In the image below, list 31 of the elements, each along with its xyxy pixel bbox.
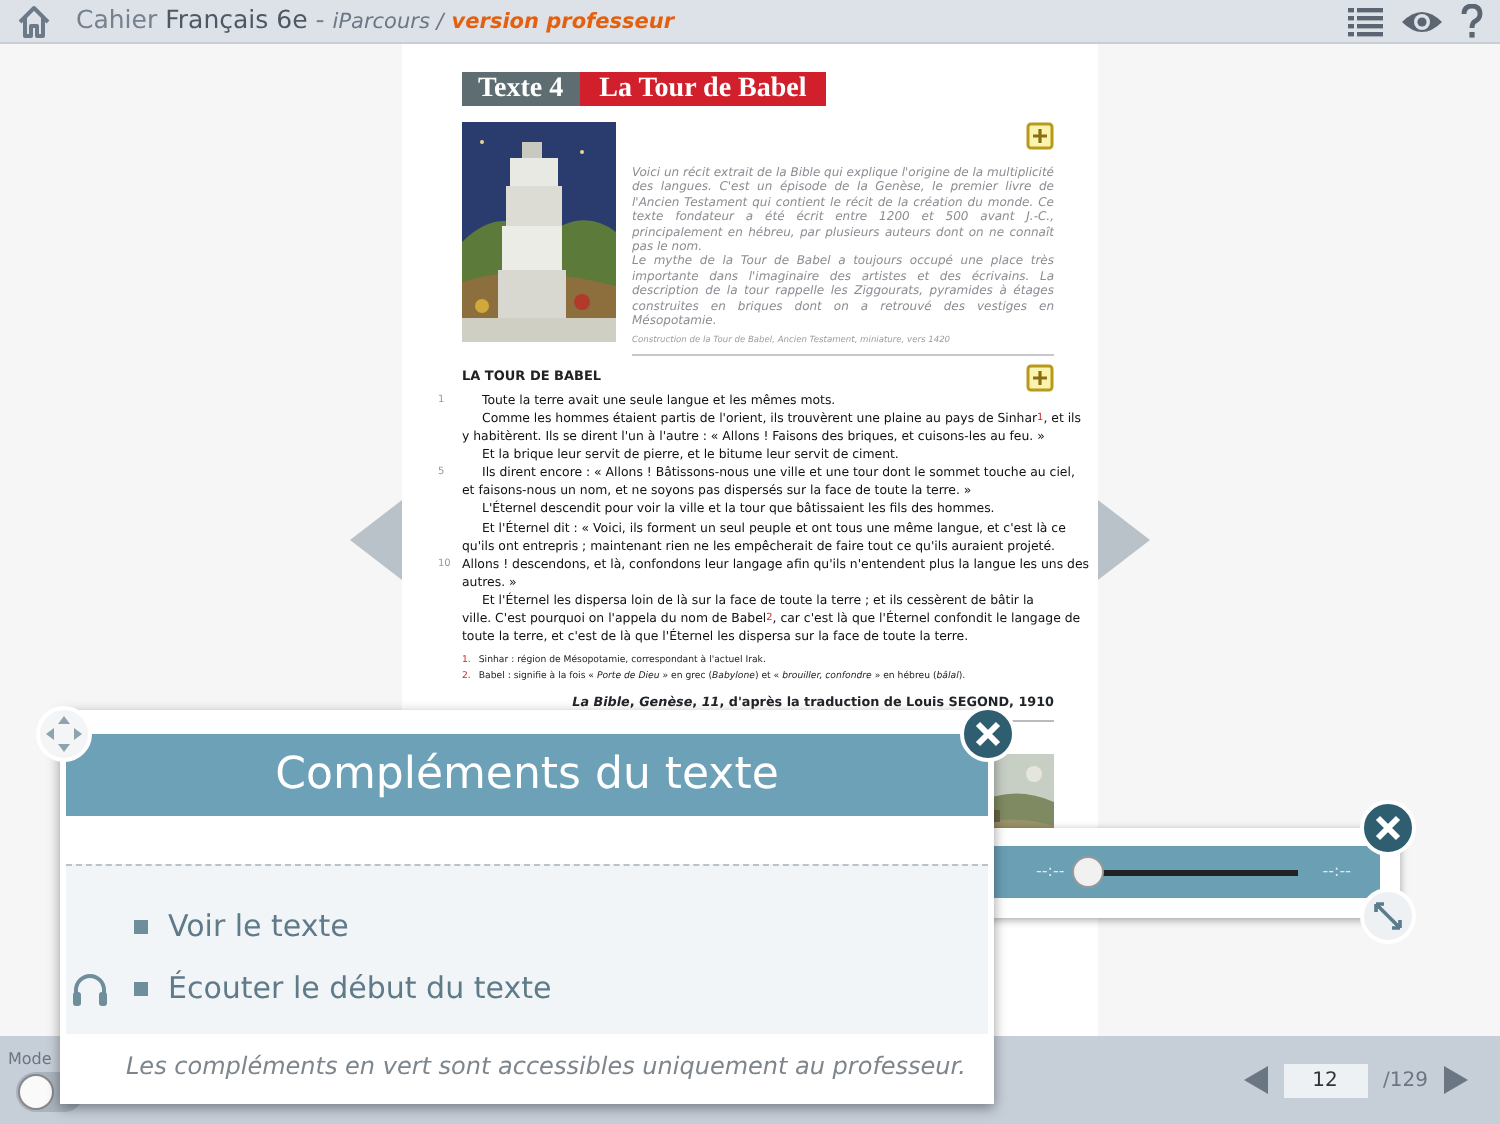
book-prefix: Cahier xyxy=(76,2,158,39)
popup-title: Compléments du texte xyxy=(66,734,988,816)
plus-icon[interactable] xyxy=(1026,363,1054,392)
title-separator: - xyxy=(315,2,325,39)
next-page-arrow[interactable] xyxy=(1444,1066,1468,1094)
bullet-icon xyxy=(134,982,148,996)
popup-link[interactable]: Écouter le début du texte xyxy=(168,958,552,1020)
seek-thumb[interactable] xyxy=(1072,856,1105,888)
eye-icon[interactable] xyxy=(1400,7,1444,35)
move-icon[interactable] xyxy=(36,706,92,762)
list-icon[interactable] xyxy=(1348,5,1384,37)
headphones-icon[interactable] xyxy=(70,971,110,1007)
bullet-icon xyxy=(134,920,148,934)
close-icon[interactable] xyxy=(1360,800,1416,856)
popup-note: Les compléments en vert sont accessibles uniquement au professeur. xyxy=(124,1050,968,1084)
text-number-label: Texte 4 xyxy=(462,72,580,106)
text-title: La Tour de Babel xyxy=(579,72,827,106)
edition-label: version professeur xyxy=(451,8,675,39)
popup-link[interactable]: Voir le texte xyxy=(168,896,349,958)
resize-icon[interactable] xyxy=(1360,888,1416,944)
collection-name: iParcours / xyxy=(332,8,444,39)
plus-icon[interactable] xyxy=(1026,122,1054,150)
previous-page-arrow[interactable] xyxy=(1243,1066,1268,1094)
help-icon[interactable] xyxy=(1460,3,1484,39)
mode-label: Mode xyxy=(8,1048,54,1072)
book-title: Français 6e xyxy=(165,2,308,39)
home-icon[interactable] xyxy=(16,3,52,39)
duration-time: --:-- xyxy=(1322,860,1351,884)
page-total: /129 xyxy=(1383,1067,1428,1095)
elapsed-time: --:-- xyxy=(1036,860,1065,884)
page-number-field[interactable]: 12 xyxy=(1283,1063,1368,1097)
